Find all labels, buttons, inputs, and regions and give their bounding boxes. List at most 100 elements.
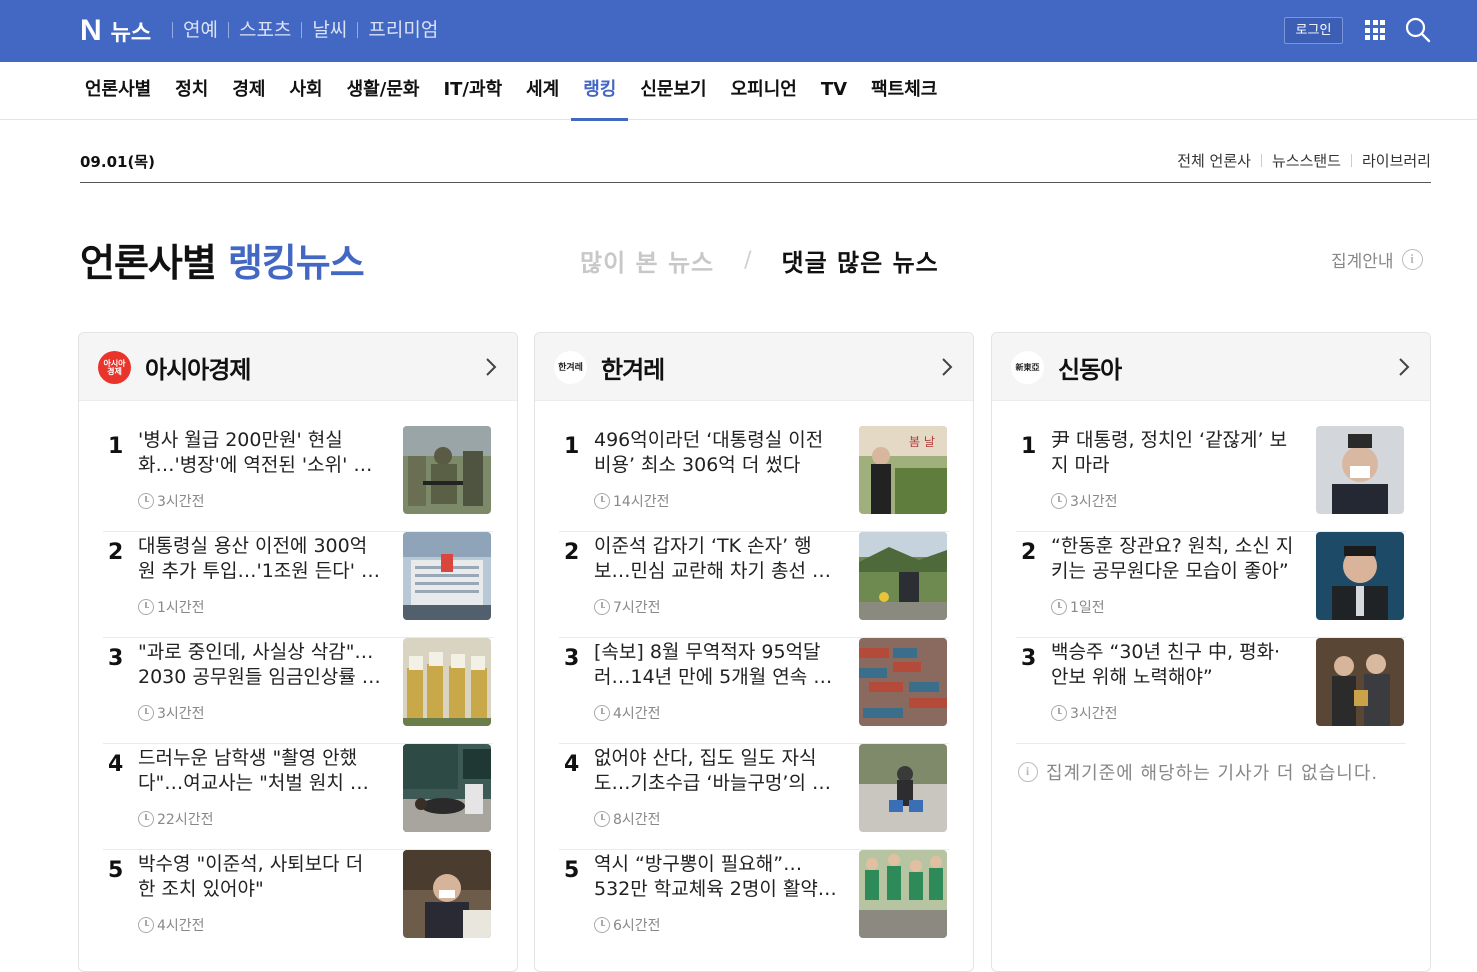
card-header[interactable]: 아시아 경제 아시아경제 (79, 333, 517, 401)
nav-item-tv[interactable]: TV (809, 62, 859, 120)
naver-news-logo[interactable]: N 뉴스 (80, 15, 151, 47)
aggregation-info-link[interactable]: 집계안내 i (1331, 247, 1423, 272)
article-thumbnail[interactable] (403, 850, 491, 938)
rank-number: 2 (1021, 540, 1037, 565)
search-icon[interactable] (1405, 17, 1431, 43)
article-time: 22시간전 (138, 809, 213, 829)
service-link-sports[interactable]: 스포츠 (229, 17, 301, 43)
press-name[interactable]: 한겨레 (601, 350, 665, 385)
article-thumbnail[interactable] (859, 744, 947, 832)
chevron-right-icon[interactable] (1396, 355, 1412, 379)
press-name[interactable]: 아시아경제 (145, 350, 251, 385)
nav-item-ranking[interactable]: 랭킹 (571, 62, 629, 121)
article-title[interactable]: 대통령실 용산 이전에 300억원 추가 투입…'1조원 든다' 관측 (138, 534, 384, 584)
apps-grid-icon[interactable] (1365, 20, 1385, 40)
chevron-right-icon[interactable] (939, 355, 955, 379)
nav-item-press[interactable]: 언론사별 (73, 62, 163, 120)
ranking-item[interactable]: 1 '병사 월급 200만원' 현실화…'병장'에 역전된 '소위' 월급 3시… (103, 426, 493, 532)
clock-icon (594, 917, 610, 933)
nav-item-economy[interactable]: 경제 (220, 62, 277, 120)
login-button[interactable]: 로그인 (1284, 17, 1343, 44)
ranking-item[interactable]: 5 박수영 "이준석, 사퇴보다 더 한 조치 있어야" 4시간전 (103, 850, 493, 956)
nav-item-life-culture[interactable]: 생활/문화 (335, 62, 432, 120)
press-name[interactable]: 신동아 (1058, 350, 1122, 385)
naver-logo[interactable]: N (80, 16, 102, 46)
rank-number: 2 (564, 540, 580, 565)
article-title[interactable]: 백승주 “30년 친구 中, 평화·안보 위해 노력해야” (1051, 640, 1297, 690)
info-icon: i (1018, 762, 1038, 782)
newsstand-link[interactable]: 뉴스스탠드 (1262, 150, 1351, 171)
clock-icon (1051, 705, 1067, 721)
info-icon[interactable]: i (1401, 249, 1423, 270)
article-thumbnail[interactable] (859, 638, 947, 726)
article-thumbnail[interactable] (859, 532, 947, 620)
article-thumbnail[interactable] (403, 638, 491, 726)
article-thumbnail[interactable] (403, 744, 491, 832)
press-logo-asia-economy: 아시아 경제 (98, 351, 131, 384)
ranking-tabs: 많이 본 뉴스 / 댓글 많은 뉴스 (580, 243, 939, 278)
ranking-item[interactable]: 2 “한동훈 장관요? 원칙, 소신 지키는 공무원다운 모습이 좋아” 1일전 (1016, 532, 1406, 638)
nav-item-factcheck[interactable]: 팩트체크 (859, 62, 949, 120)
article-title[interactable]: 496억이라던 ‘대통령실 이전비용’ 최소 306억 더 썼다 (594, 428, 840, 478)
article-thumbnail[interactable] (403, 532, 491, 620)
ranking-list: 1 尹 대통령, 정치인 ‘같잖게’ 보지 마라 3시간전 2 “한동훈 장관요… (1016, 426, 1406, 744)
article-title[interactable]: '병사 월급 200만원' 현실화…'병장'에 역전된 '소위' 월급 (138, 428, 384, 478)
chevron-right-icon[interactable] (483, 355, 499, 379)
ranking-item[interactable]: 2 이준석 갑자기 ‘TK 손자’ 행보…민심 교란해 차기 총선 노리나 7시… (559, 532, 949, 638)
nav-item-it-science[interactable]: IT/과학 (431, 62, 514, 120)
news-logo[interactable]: 뉴스 (111, 15, 151, 47)
press-card-hankyoreh: 한겨레 한겨레 1 496억이라던 ‘대통령실 이전비용’ 최소 306억 더 … (534, 332, 974, 972)
article-title[interactable]: 박수영 "이준석, 사퇴보다 더 한 조치 있어야" (138, 852, 384, 902)
ranking-item[interactable]: 4 드러누운 남학생 "촬영 안했다"…여교사는 "처벌 원치 않는다" 22시… (103, 744, 493, 850)
nav-item-opinion[interactable]: 오피니언 (719, 62, 809, 120)
clock-icon (594, 599, 610, 615)
article-thumbnail[interactable]: 봄 날 (859, 426, 947, 514)
ranking-item[interactable]: 3 "과로 중인데, 사실상 삭감"…2030 공무원들 임금인상률 반발 3시… (103, 638, 493, 744)
clock-icon (594, 811, 610, 827)
ranking-item[interactable]: 3 백승주 “30년 친구 中, 평화·안보 위해 노력해야” 3시간전 (1016, 638, 1406, 744)
svg-text:봄 날: 봄 날 (909, 435, 935, 449)
ranking-item[interactable]: 1 尹 대통령, 정치인 ‘같잖게’ 보지 마라 3시간전 (1016, 426, 1406, 532)
article-title[interactable]: [속보] 8월 무역적자 95억달러…14년 만에 5개월 연속 적자 (594, 640, 840, 690)
article-title[interactable]: 尹 대통령, 정치인 ‘같잖게’ 보지 마라 (1051, 428, 1297, 478)
article-thumbnail[interactable] (1316, 532, 1404, 620)
tab-most-commented[interactable]: 댓글 많은 뉴스 (782, 243, 939, 278)
empty-note-text: 집계기준에 해당하는 기사가 더 없습니다. (1046, 763, 1379, 784)
nav-item-politics[interactable]: 정치 (163, 62, 220, 120)
ranking-item[interactable]: 2 대통령실 용산 이전에 300억원 추가 투입…'1조원 든다' 관측 1시… (103, 532, 493, 638)
card-header[interactable]: 新東亞 신동아 (992, 333, 1430, 401)
ranking-item[interactable]: 4 없어야 산다, 집도 일도 자식도…기초수급 ‘바늘구멍’의 역설 8시간전 (559, 744, 949, 850)
service-link-weather[interactable]: 날씨 (302, 17, 357, 43)
article-title[interactable]: 드러누운 남학생 "촬영 안했다"…여교사는 "처벌 원치 않는다" (138, 746, 384, 796)
tab-most-viewed[interactable]: 많이 본 뉴스 (580, 243, 714, 278)
ranking-item[interactable]: 3 [속보] 8월 무역적자 95억달러…14년 만에 5개월 연속 적자 4시… (559, 638, 949, 744)
aggregation-info-label[interactable]: 집계안내 (1331, 247, 1394, 272)
article-thumbnail[interactable] (403, 426, 491, 514)
article-title[interactable]: “한동훈 장관요? 원칙, 소신 지키는 공무원다운 모습이 좋아” (1051, 534, 1297, 584)
ranking-item[interactable]: 5 역시 “방구뽕이 필요해”… 532만 학교체육 2명이 활약하는 6시간전 (559, 850, 949, 956)
article-thumbnail[interactable] (859, 850, 947, 938)
nav-item-world[interactable]: 세계 (514, 62, 571, 120)
article-title[interactable]: 이준석 갑자기 ‘TK 손자’ 행보…민심 교란해 차기 총선 노리나 (594, 534, 840, 584)
article-title[interactable]: 없어야 산다, 집도 일도 자식도…기초수급 ‘바늘구멍’의 역설 (594, 746, 840, 796)
rank-number: 1 (564, 434, 580, 459)
clock-icon (138, 811, 154, 827)
tab-separator: / (744, 248, 752, 273)
library-link[interactable]: 라이브러리 (1352, 150, 1431, 171)
article-thumbnail[interactable] (1316, 426, 1404, 514)
all-press-link[interactable]: 전체 언론사 (1167, 150, 1261, 171)
card-header[interactable]: 한겨레 한겨레 (535, 333, 973, 401)
article-title[interactable]: "과로 중인데, 사실상 삭감"…2030 공무원들 임금인상률 반발 (138, 640, 384, 690)
nav-item-society[interactable]: 사회 (278, 62, 335, 120)
article-time: 3시간전 (138, 491, 205, 511)
article-title[interactable]: 역시 “방구뽕이 필요해”… 532만 학교체육 2명이 활약하는 (594, 852, 840, 902)
clock-icon (1051, 599, 1067, 615)
service-link-premium[interactable]: 프리미엄 (358, 17, 448, 43)
rank-number: 4 (108, 752, 124, 777)
rank-number: 3 (564, 646, 580, 671)
service-link-entertainment[interactable]: 연예 (173, 17, 228, 43)
article-thumbnail[interactable] (1316, 638, 1404, 726)
ranking-item[interactable]: 1 496억이라던 ‘대통령실 이전비용’ 최소 306억 더 썼다 14시간전… (559, 426, 949, 532)
article-time: 4시간전 (594, 703, 661, 723)
nav-item-newspaper[interactable]: 신문보기 (628, 62, 718, 120)
